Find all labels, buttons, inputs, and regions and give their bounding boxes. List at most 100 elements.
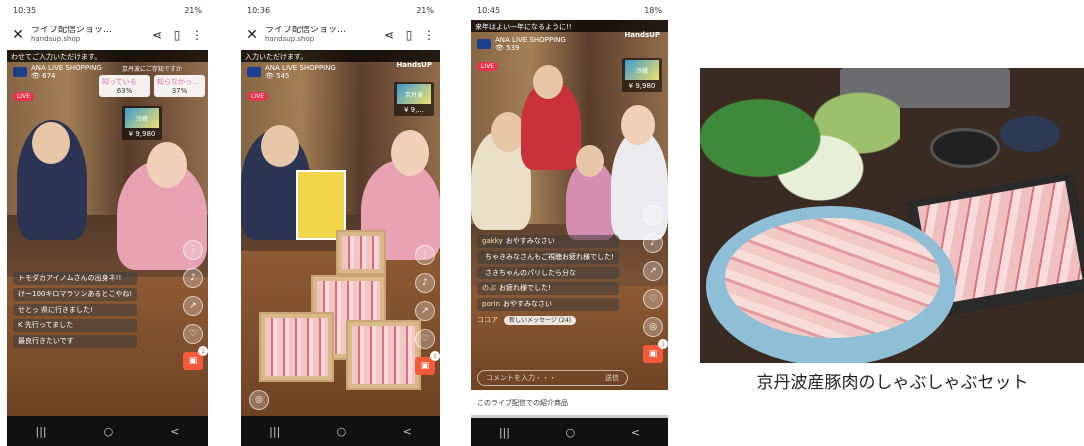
meat-box — [336, 230, 386, 275]
ana-logo-icon — [13, 67, 27, 78]
status-time: 10:35 — [13, 5, 37, 15]
bookmark-icon[interactable]: ▯ — [402, 28, 416, 42]
product-label: 京丹波 — [397, 84, 431, 104]
heart-icon[interactable]: ♡ — [643, 289, 663, 309]
comment: ちゃきみなさんもご視聴お疲れ様でした! — [477, 250, 619, 264]
poll-option-1[interactable]: 知っている 63% — [99, 75, 150, 97]
share-stream-icon[interactable]: ↗ — [415, 301, 435, 321]
sound-icon[interactable]: ♪ — [415, 273, 435, 293]
cart-icon[interactable]: ▣ 1 — [415, 351, 440, 375]
live-stream-video[interactable]: 来年はよい一年になるように!! ANA LIVE SHOPPING 👁 539 L… — [471, 20, 668, 390]
product-price: ¥ 9,980 — [628, 82, 656, 90]
live-stream-video[interactable]: わせてご入力いただけます。 ANA LIVE SHOPPING 👁 674 LIV… — [7, 50, 208, 416]
poll-question: 京丹波にご存知ですか — [122, 66, 182, 73]
channel-name: ANA LIVE SHOPPING — [495, 36, 566, 44]
product-tag[interactable]: 冷蔵 ¥ 9,980 — [122, 106, 162, 140]
chat-toggle-icon[interactable]: ◎ — [643, 317, 663, 337]
channel-info[interactable]: ANA LIVE SHOPPING 👁 545 — [247, 64, 336, 81]
sound-icon[interactable]: ♪ — [183, 268, 203, 288]
channel-name: ANA LIVE SHOPPING — [265, 64, 336, 72]
cart-icon[interactable]: ▣ 1 — [183, 346, 208, 370]
meat-box — [346, 320, 421, 390]
battery-level: 21% — [184, 5, 202, 15]
send-button[interactable]: 送信 — [605, 373, 619, 383]
brand-logo: HandsUP — [624, 31, 660, 39]
sound-icon[interactable]: ♪ — [643, 233, 663, 253]
comment: ココア 新しいメッセージ (24) — [477, 314, 619, 328]
bookmark-icon[interactable]: ▯ — [170, 28, 184, 42]
home-icon[interactable]: ○ — [337, 425, 347, 438]
product-tag[interactable]: 冷蔵 ¥ 9,980 — [622, 58, 662, 92]
live-badge: LIVE — [13, 92, 35, 101]
viewer-count: 674 — [42, 72, 56, 81]
more-options-icon[interactable]: ⋮ — [415, 245, 435, 265]
action-buttons: ⋮ ♪ ↗ ♡ ◎ ▣ 1 — [643, 205, 668, 363]
action-buttons: ⋮ ♪ ↗ ♡ ▣ 1 — [183, 240, 208, 370]
comment: せとっ 県に行きました! — [13, 303, 138, 317]
cart-icon[interactable]: ▣ 1 — [643, 339, 668, 363]
channel-info[interactable]: ANA LIVE SHOPPING 👁 674 — [13, 64, 102, 81]
product-photo — [700, 68, 1084, 363]
poll-widget[interactable]: 京丹波にご存知ですか 知っている 63% 知らなかっ… 37% — [99, 64, 205, 97]
product-label: 冷蔵 — [625, 60, 659, 80]
poll-option-2[interactable]: 知らなかっ… 37% — [154, 75, 205, 97]
battery-level: 21% — [416, 5, 434, 15]
close-icon[interactable]: ✕ — [245, 27, 259, 43]
live-stream-video[interactable]: 入力いただけます。 ANA LIVE SHOPPING 👁 545 LIVE Ha… — [241, 50, 440, 416]
comment: のぶ お疲れ様でした! — [477, 282, 619, 295]
android-nav-bar: ||| ○ < — [471, 418, 668, 446]
android-nav-bar: ||| ○ < — [241, 416, 440, 446]
close-icon[interactable]: ✕ — [11, 27, 25, 43]
meat-box — [259, 312, 334, 382]
heart-icon[interactable]: ♡ — [415, 329, 435, 349]
share-stream-icon[interactable]: ↗ — [643, 261, 663, 281]
status-time: 10:36 — [247, 5, 271, 15]
back-icon[interactable]: < — [631, 426, 640, 439]
more-options-icon[interactable]: ⋮ — [643, 205, 663, 225]
comment: トモダカアイノムさんの出身ネ!! — [13, 272, 138, 285]
home-icon[interactable]: ○ — [566, 426, 576, 439]
product-tag[interactable]: 京丹波 ¥ 9,... — [394, 82, 434, 116]
share-stream-icon[interactable]: ↗ — [183, 296, 203, 316]
phone-screen-3: 10:45 18% 来年はよい一年になるように!! ANA LIVE SHOPP… — [471, 0, 668, 446]
ana-logo-icon — [247, 67, 261, 78]
battery-level: 18% — [644, 5, 662, 15]
phone-screen-2: 10:36 21% ✕ ライブ配信ショッ… handsup.shop ⋖ ▯ ⋮… — [241, 0, 440, 446]
comment: けー100キロマラソンあるとこやね! — [13, 287, 138, 301]
new-messages-button[interactable]: 新しいメッセージ (24) — [504, 315, 577, 326]
live-badge: LIVE — [477, 62, 499, 71]
comment: K 先行ってました — [13, 319, 138, 332]
home-icon[interactable]: ○ — [104, 425, 114, 438]
comment-placeholder: コメントを入力・・・ — [486, 374, 556, 382]
viewer-count: 545 — [276, 72, 290, 81]
chat-toggle-icon[interactable]: ◎ — [249, 390, 269, 410]
browser-toolbar: ✕ ライブ配信ショッ… handsup.shop ⋖ ▯ ⋮ — [7, 20, 208, 50]
recent-apps-icon[interactable]: ||| — [499, 426, 510, 439]
back-icon[interactable]: < — [403, 425, 412, 438]
comment-input[interactable]: コメントを入力・・・ 送信 — [477, 370, 628, 386]
back-icon[interactable]: < — [170, 425, 179, 438]
channel-name: ANA LIVE SHOPPING — [31, 64, 102, 72]
more-icon[interactable]: ⋮ — [422, 28, 436, 42]
product-price: ¥ 9,... — [403, 106, 425, 114]
more-icon[interactable]: ⋮ — [190, 28, 204, 42]
more-options-icon[interactable]: ⋮ — [183, 240, 203, 260]
action-buttons: ⋮ ♪ ↗ ♡ ▣ 1 — [415, 245, 440, 375]
comment: 最良行きたいです — [13, 335, 138, 348]
status-bar: 10:36 21% — [241, 0, 440, 20]
channel-info[interactable]: ANA LIVE SHOPPING 👁 539 — [477, 36, 566, 53]
notice-banner: わせてご入力いただけます。 — [7, 50, 208, 62]
recent-apps-icon[interactable]: ||| — [269, 425, 280, 438]
product-caption: 京丹波産豚肉のしゃぶしゃぶセット — [756, 373, 1029, 393]
ana-logo-icon — [477, 39, 491, 50]
browser-toolbar: ✕ ライブ配信ショッ… handsup.shop ⋖ ▯ ⋮ — [241, 20, 440, 50]
comment: gakky おやすみなさい — [477, 235, 619, 248]
status-time: 10:45 — [477, 5, 501, 15]
phone-screen-1: 10:35 21% ✕ ライブ配信ショッ… handsup.shop ⋖ ▯ ⋮… — [7, 0, 208, 446]
share-icon[interactable]: ⋖ — [150, 28, 164, 42]
heart-icon[interactable]: ♡ — [183, 324, 203, 344]
share-icon[interactable]: ⋖ — [382, 28, 396, 42]
comment-feed: gakky おやすみなさい ちゃきみなさんもご視聴お疲れ様でした! さきちゃんのパ… — [477, 235, 619, 327]
brand-logo: HandsUP — [396, 61, 432, 69]
recent-apps-icon[interactable]: ||| — [36, 425, 47, 438]
